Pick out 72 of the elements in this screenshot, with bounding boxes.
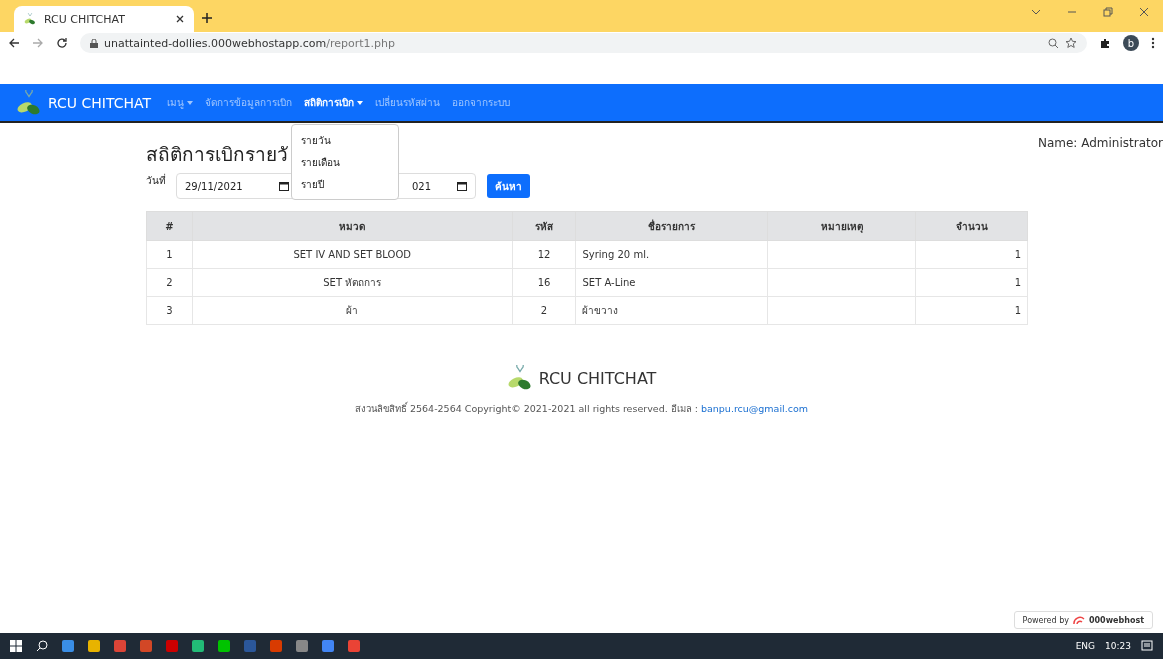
notification-icon[interactable] bbox=[1141, 640, 1153, 652]
nav-link[interactable]: สถิติการเบิก bbox=[304, 95, 363, 110]
table-cell: 1 bbox=[915, 268, 1028, 297]
new-tab-icon[interactable] bbox=[202, 13, 212, 23]
taskbar-app-icon[interactable] bbox=[140, 640, 152, 652]
url-text: unattainted-dollies.000webhostapp.com/report1.php bbox=[104, 36, 395, 50]
taskbar-app-icon[interactable] bbox=[166, 640, 178, 652]
date-label: วันที่ bbox=[146, 173, 167, 188]
table-cell: 12 bbox=[512, 240, 576, 269]
table-cell: 1 bbox=[915, 296, 1028, 325]
column-header: จำนวน bbox=[915, 211, 1028, 241]
column-header: ชื่อรายการ bbox=[575, 211, 768, 241]
restore-icon[interactable] bbox=[1103, 7, 1113, 17]
zoom-icon[interactable] bbox=[1048, 37, 1059, 49]
profile-avatar[interactable]: b bbox=[1123, 35, 1139, 51]
taskbar-app-icon[interactable] bbox=[114, 640, 126, 652]
table-cell: 3 bbox=[146, 296, 193, 325]
logo-icon bbox=[16, 89, 42, 116]
taskbar-app-icon[interactable] bbox=[270, 640, 282, 652]
column-header: รหัส bbox=[512, 211, 576, 241]
taskbar-app-icon[interactable] bbox=[192, 640, 204, 652]
language-indicator[interactable]: ENG bbox=[1075, 641, 1096, 651]
logo-icon bbox=[506, 365, 533, 391]
lock-icon bbox=[90, 38, 98, 48]
menu-item[interactable]: รายวัน bbox=[292, 130, 398, 152]
taskbar-app-icon[interactable] bbox=[296, 640, 308, 652]
table-cell: SET หัตถการ bbox=[192, 268, 513, 297]
taskbar-app-icon[interactable] bbox=[88, 640, 100, 652]
table-cell: 2 bbox=[146, 268, 193, 297]
brand-link[interactable]: RCU CHITCHAT bbox=[16, 89, 151, 116]
star-icon[interactable] bbox=[1065, 37, 1077, 49]
table-cell: SET A-Line bbox=[575, 268, 768, 297]
puzzle-icon[interactable] bbox=[1099, 37, 1111, 49]
more-icon[interactable] bbox=[1151, 37, 1155, 49]
table-cell: SET IV AND SET BLOOD bbox=[192, 240, 513, 269]
table-cell: ผ้า bbox=[192, 296, 513, 325]
table-cell: ผ้าขวาง bbox=[575, 296, 768, 325]
calendar-icon[interactable] bbox=[457, 181, 467, 191]
address-bar[interactable]: unattainted-dollies.000webhostapp.com/report1.php bbox=[80, 33, 1087, 53]
column-header: # bbox=[146, 211, 193, 241]
host-logo-icon bbox=[1072, 615, 1085, 625]
table-cell: 1 bbox=[915, 240, 1028, 269]
copyright-text: สงวนลิขสิทธิ์ 2564-2564 Copyright© 2021-2021 all rights reserved. อีเมล : banpu.rcu@gmail.com bbox=[354, 401, 809, 416]
search-button[interactable]: ค้นหา bbox=[487, 174, 530, 198]
taskbar-app-icon[interactable] bbox=[218, 640, 230, 652]
menu-item[interactable]: รายเดือน bbox=[292, 152, 398, 174]
footer-brand: RCU CHITCHAT bbox=[538, 368, 657, 388]
back-arrow-icon[interactable] bbox=[8, 37, 20, 49]
table-cell: 2 bbox=[512, 296, 576, 325]
user-name: Name: Administrator bbox=[1037, 136, 1163, 150]
search-icon[interactable] bbox=[36, 640, 48, 652]
taskbar-app-icon[interactable] bbox=[322, 640, 334, 652]
close-icon[interactable] bbox=[1139, 7, 1149, 17]
calendar-icon[interactable] bbox=[279, 181, 289, 191]
forward-arrow-icon[interactable] bbox=[32, 37, 44, 49]
page-title: สถิติการเบิกรายวั bbox=[146, 142, 288, 167]
column-header: หมวด bbox=[192, 211, 513, 241]
powered-by-badge[interactable]: Powered by 000webhost bbox=[1013, 611, 1153, 629]
logo-icon bbox=[24, 13, 36, 25]
taskbar-app-icon[interactable] bbox=[348, 640, 360, 652]
column-header: หมายเหตุ bbox=[767, 211, 916, 241]
close-icon[interactable] bbox=[176, 15, 184, 23]
clock[interactable]: 10:23 bbox=[1105, 641, 1131, 651]
email-link[interactable]: banpu.rcu@gmail.com bbox=[700, 403, 809, 414]
browser-tab[interactable]: RCU CHITCHAT bbox=[14, 6, 194, 32]
taskbar-app-icon[interactable] bbox=[62, 640, 74, 652]
table-cell: 1 bbox=[146, 240, 193, 269]
windows-start-icon[interactable] bbox=[10, 640, 22, 652]
chevron-down-icon[interactable] bbox=[1031, 7, 1041, 17]
table-cell: 16 bbox=[512, 268, 576, 297]
table-cell: Syring 20 ml. bbox=[575, 240, 768, 269]
reload-icon[interactable] bbox=[56, 37, 68, 49]
